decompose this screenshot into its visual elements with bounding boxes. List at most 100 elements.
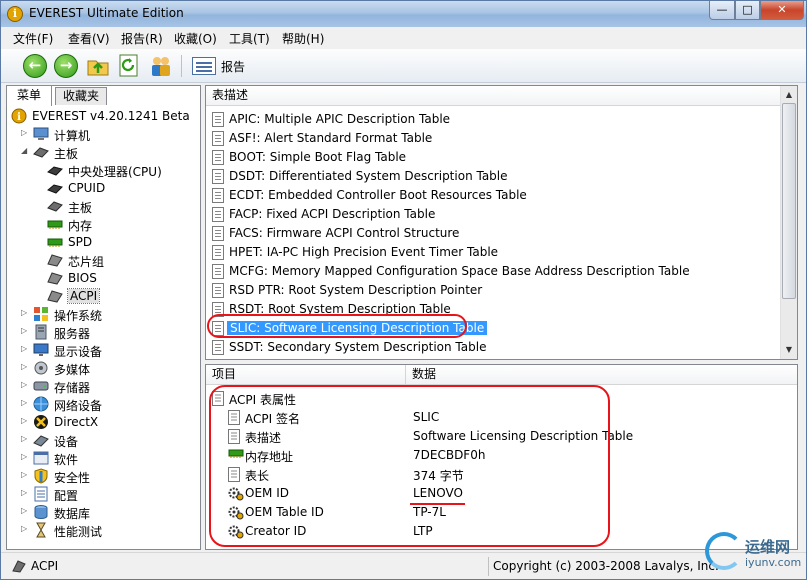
document-icon [212, 283, 224, 298]
tree-item-label: 软件 [54, 453, 79, 467]
computer-icon [33, 126, 49, 142]
watermark-title: 运维网 [745, 538, 791, 556]
site-watermark: 运维网 iyunv.com [701, 528, 806, 578]
window-title: EVEREST Ultimate Edition [29, 6, 184, 20]
expand-arrow-icon[interactable]: ▷ [21, 452, 30, 461]
menu-favorites[interactable]: 收藏(O) [174, 30, 217, 47]
report-button-label[interactable]: 报告 [221, 58, 245, 75]
users-icon [152, 57, 170, 76]
vertical-scrollbar[interactable]: ▲ ▼ [780, 86, 797, 359]
expand-arrow-icon[interactable]: ▷ [21, 128, 30, 137]
tree-item-label: 安全性 [54, 471, 91, 485]
minimize-button[interactable]: — [709, 1, 735, 20]
table-list-row-label: FACS: Firmware ACPI Control Structure [229, 226, 460, 240]
chipset-icon [47, 270, 63, 286]
annotation-underline-oem-id [410, 503, 465, 505]
cpu-icon [47, 180, 63, 196]
document-icon [212, 207, 224, 222]
document-icon [212, 150, 224, 165]
expand-arrow-icon[interactable]: ▷ [21, 524, 30, 533]
status-bar: ACPI Copyright (c) 2003-2008 Lavalys, In… [1, 552, 806, 579]
scroll-down-icon[interactable]: ▼ [782, 342, 796, 357]
toolbar: ← → [1, 49, 806, 83]
toolbar-separator [181, 55, 182, 77]
tree-item-label: EVEREST v4.20.1241 Beta [32, 109, 190, 123]
menu-report[interactable]: 报告(R) [121, 30, 163, 47]
expand-arrow-icon[interactable]: ▷ [21, 362, 30, 371]
document-icon [212, 169, 224, 184]
up-folder-button[interactable] [86, 54, 110, 78]
table-list-header[interactable]: 表描述 [206, 86, 780, 106]
tree-item-label: 计算机 [54, 129, 91, 143]
expand-arrow-icon[interactable]: ▷ [21, 506, 30, 515]
users-button[interactable] [149, 54, 173, 78]
forward-button[interactable]: → [54, 54, 78, 78]
network-icon [33, 396, 49, 412]
scroll-up-icon[interactable]: ▲ [782, 87, 796, 102]
close-button[interactable]: ✕ [760, 1, 804, 20]
storage-icon [33, 378, 49, 394]
expand-arrow-icon[interactable]: ▷ [21, 488, 30, 497]
chipset-icon [47, 252, 63, 268]
expand-arrow-icon[interactable]: ▷ [21, 326, 30, 335]
tree-item-label: 存储器 [54, 381, 91, 395]
tree-item-label: 数据库 [54, 507, 91, 521]
tab-menu[interactable]: 菜单 [6, 85, 52, 106]
tree-item-label: ACPI [66, 288, 101, 304]
info-icon: i [11, 108, 27, 124]
app-window: i EVEREST Ultimate Edition — □ ✕ 文件(F) 查… [0, 0, 807, 580]
tree-item-label: CPUID [68, 181, 106, 195]
watermark-logo-icon [705, 532, 743, 570]
column-header-data[interactable]: 数据 [406, 365, 797, 385]
tree-item-label: 内存 [68, 219, 93, 233]
table-list-row-label: FACP: Fixed ACPI Description Table [229, 207, 436, 221]
folder-up-icon [87, 60, 109, 76]
collapse-arrow-icon[interactable]: ◢ [21, 146, 30, 155]
table-list-row-label: DSDT: Differentiated System Description … [229, 169, 508, 183]
table-list-row-label: BOOT: Simple Boot Flag Table [229, 150, 407, 164]
memory-icon [47, 216, 63, 232]
scroll-thumb[interactable] [782, 103, 796, 299]
menu-view[interactable]: 查看(V) [68, 30, 110, 47]
refresh-button[interactable] [118, 54, 142, 78]
tree-item-label: SPD [68, 235, 93, 249]
menu-tools[interactable]: 工具(T) [229, 30, 270, 47]
table-list-row-label: SSDT: Secondary System Description Table [229, 340, 487, 354]
expand-arrow-icon[interactable]: ▷ [21, 398, 30, 407]
menu-help[interactable]: 帮助(H) [282, 30, 324, 47]
expand-arrow-icon[interactable]: ▷ [21, 470, 30, 479]
expand-arrow-icon[interactable]: ▷ [21, 308, 30, 317]
memory-icon [47, 234, 63, 250]
table-list-row-label: MCFG: Memory Mapped Configuration Space … [229, 264, 690, 278]
expand-arrow-icon[interactable]: ▷ [21, 380, 30, 389]
database-icon [33, 504, 49, 520]
tree-item-label: 多媒体 [54, 363, 91, 377]
expand-arrow-icon[interactable]: ▷ [21, 416, 30, 425]
table-list-row-label: HPET: IA-PC High Precision Event Timer T… [229, 245, 499, 259]
security-icon [33, 468, 49, 484]
devices-icon [33, 432, 49, 448]
document-icon [212, 131, 224, 146]
table-list-row-label: APIC: Multiple APIC Description Table [229, 112, 451, 126]
chipset-icon [12, 560, 26, 573]
maximize-button[interactable]: □ [735, 1, 760, 20]
app-info-icon[interactable]: i [7, 6, 23, 22]
expand-arrow-icon[interactable]: ▷ [21, 434, 30, 443]
status-text: ACPI [31, 559, 59, 573]
report-icon[interactable] [192, 57, 216, 75]
tab-favorites[interactable]: 收藏夹 [55, 87, 107, 105]
software-icon [33, 450, 49, 466]
tree-item-label: 服务器 [54, 327, 91, 341]
menu-file[interactable]: 文件(F) [13, 30, 53, 47]
expand-arrow-icon[interactable]: ▷ [21, 344, 30, 353]
title-bar[interactable]: i EVEREST Ultimate Edition — □ ✕ [1, 1, 806, 27]
table-list-row-label: RSD PTR: Root System Description Pointer [229, 283, 483, 297]
chipset-icon [47, 288, 63, 304]
column-header-item[interactable]: 项目 [206, 365, 406, 385]
back-button[interactable]: ← [23, 54, 47, 78]
display-icon [33, 342, 49, 358]
document-icon [212, 188, 224, 203]
annotation-oval-properties [209, 385, 610, 547]
tree-item-label: 操作系统 [54, 309, 103, 323]
menu-bar: 文件(F) 查看(V) 报告(R) 收藏(O) 工具(T) 帮助(H) [1, 27, 806, 48]
